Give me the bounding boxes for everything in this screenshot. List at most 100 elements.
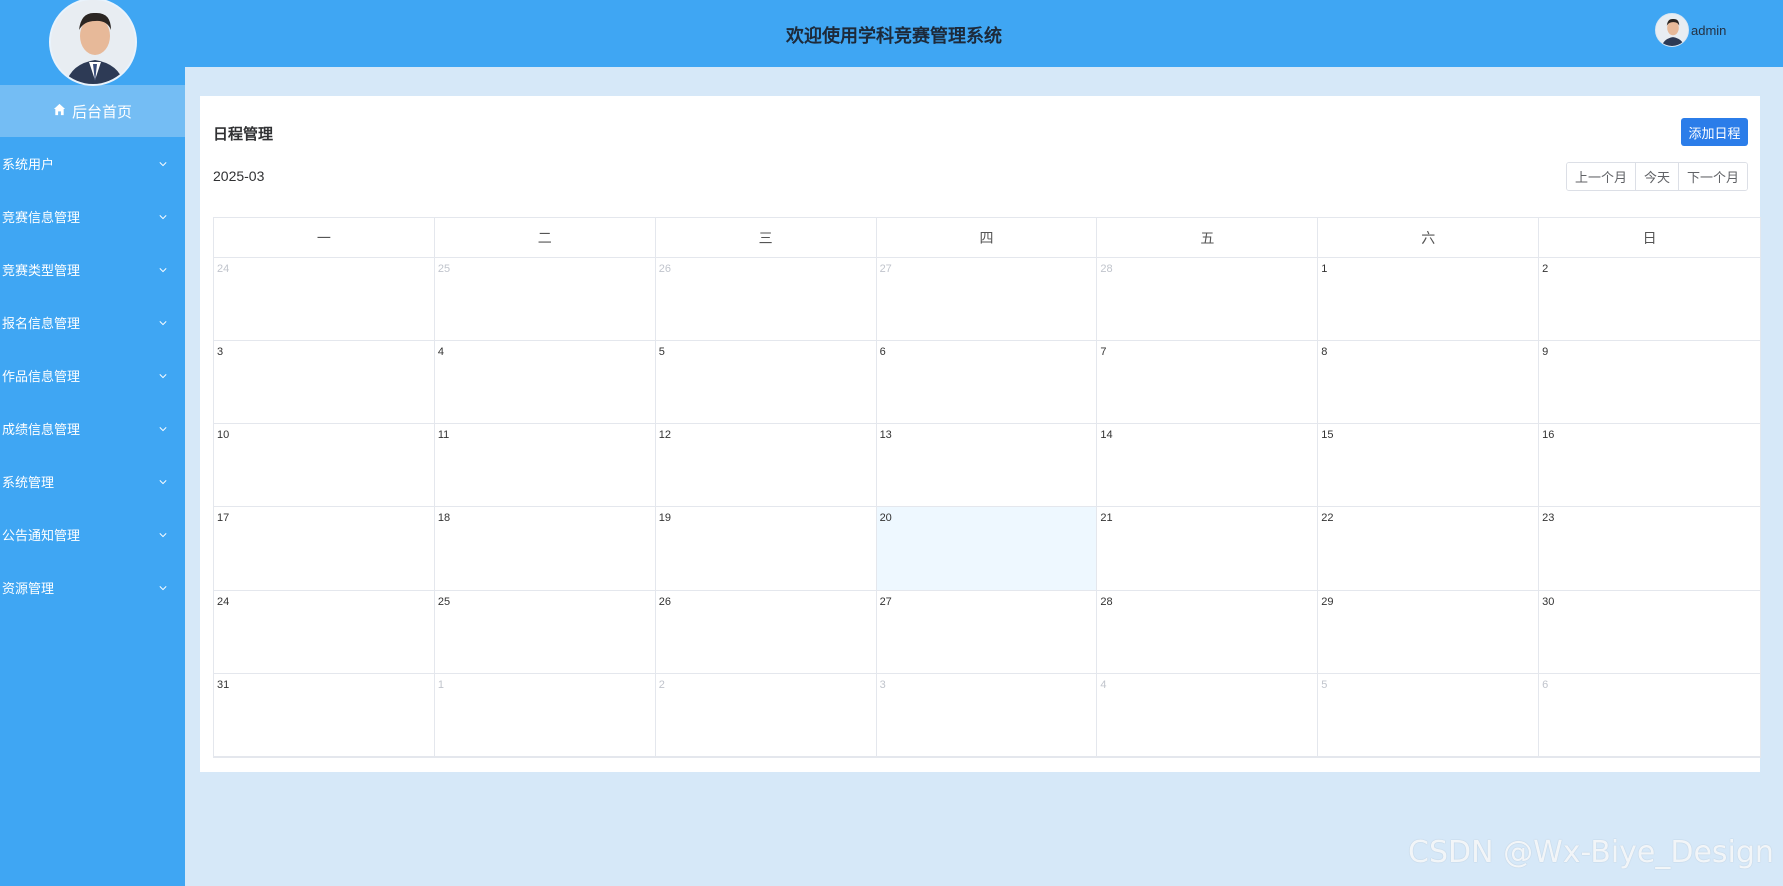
month-nav: 上一个月 今天 下一个月 — [1565, 162, 1748, 191]
calendar-day[interactable]: 9 — [1539, 341, 1760, 425]
sidebar-item[interactable]: 系统用户 — [0, 137, 185, 190]
day-number: 31 — [217, 678, 230, 691]
calendar-day[interactable]: 21 — [1097, 507, 1319, 591]
day-number: 1 — [437, 678, 444, 691]
today-button[interactable]: 今天 — [1635, 163, 1679, 190]
calendar-day[interactable]: 30 — [1539, 591, 1760, 674]
day-number: 13 — [879, 429, 892, 442]
prev-month-button[interactable]: 上一个月 — [1566, 163, 1636, 190]
calendar-day[interactable]: 4 — [434, 341, 656, 425]
calendar-day[interactable]: 29 — [1318, 590, 1540, 674]
day-number: 15 — [1321, 429, 1334, 442]
day-number: 26 — [658, 263, 671, 275]
page-title: 欢迎使用学科竞赛管理系统 — [786, 26, 1002, 46]
calendar-day[interactable]: 5 — [1318, 673, 1540, 757]
weekday-header: 三 — [656, 218, 877, 257]
calendar-day[interactable]: 5 — [655, 341, 877, 425]
calendar-day[interactable]: 27 — [876, 258, 1098, 342]
sidebar-item[interactable]: 竞赛信息管理 — [0, 190, 185, 243]
calendar-header: 一二三四五六 日 — [214, 218, 1760, 258]
calendar-day[interactable]: 2 — [655, 673, 877, 757]
day-number: 1 — [1321, 263, 1328, 275]
calendar-day[interactable]: 27 — [876, 590, 1098, 674]
calendar-day[interactable]: 22 — [1318, 507, 1540, 591]
calendar-day[interactable]: 3 — [214, 341, 435, 425]
calendar-day[interactable]: 25 — [434, 590, 656, 674]
weekday-header: 一 — [214, 218, 435, 257]
sidebar-avatar-wrap — [0, 0, 185, 86]
sidebar-item[interactable]: 资源管理 — [0, 561, 185, 614]
calendar-day[interactable]: 8 — [1318, 341, 1540, 425]
calendar-day[interactable]: 24 — [214, 590, 435, 674]
weekday-header: 五 — [1097, 218, 1319, 257]
calendar-day[interactable]: 13 — [876, 424, 1098, 508]
sidebar-item-label: 竞赛类型管理 — [2, 263, 81, 278]
sidebar-item[interactable]: 系统管理 — [0, 455, 185, 508]
sidebar: 后台首页 系统用户 竞赛信息管理 竞赛类型管理 报名信息管理 作品信息管理 成绩信息管理系… — [0, 0, 185, 886]
calendar-day[interactable]: 19 — [655, 507, 877, 591]
calendar-day[interactable]: 11 — [434, 424, 656, 508]
calendar-day[interactable]: 7 — [1097, 341, 1319, 425]
sidebar-menu: 系统用户竞赛信息管理 竞赛类型管理报名信息管理作品信息管理 成绩信息管理系统管理 公告… — [0, 137, 185, 614]
calendar-day[interactable]: 18 — [434, 507, 656, 591]
day-number: 17 — [217, 512, 230, 525]
calendar-day[interactable]: 17 — [214, 507, 435, 591]
calendar-day[interactable]: 4 — [1097, 673, 1319, 757]
day-number: 9 — [1542, 346, 1549, 359]
calendar-day[interactable]: 28 — [1097, 590, 1319, 674]
day-number: 5 — [1321, 678, 1328, 691]
sidebar-item-label: 系统用户 — [2, 157, 55, 172]
calendar-day[interactable]: 6 — [1539, 674, 1760, 757]
chevron-down-icon — [159, 580, 167, 595]
day-number: 3 — [879, 678, 886, 691]
top-header: 欢迎使用学科竞赛管理系统 admin — [185, 0, 1783, 67]
calendar-day[interactable]: 24 — [214, 258, 435, 342]
calendar-day[interactable]: 31 — [214, 673, 435, 757]
user-name[interactable]: admin — [1691, 23, 1726, 38]
next-month-button[interactable]: 下一个月 — [1678, 163, 1747, 190]
sidebar-item[interactable]: 公告通知管理 — [0, 508, 185, 561]
calendar-day[interactable]: 25 — [434, 258, 656, 342]
chevron-down-icon — [159, 262, 167, 277]
calendar-day[interactable]: 16 — [1539, 424, 1760, 508]
calendar-day[interactable]: 28 — [1097, 258, 1319, 342]
sidebar-item[interactable]: 作品信息管理 — [0, 349, 185, 402]
calendar-day[interactable]: 12 — [655, 424, 877, 508]
current-month: 2025-03 — [213, 168, 265, 184]
sidebar-item-label: 作品信息管理 — [2, 369, 81, 384]
day-number: 24 — [217, 263, 230, 275]
user-menu[interactable]: admin — [1655, 13, 1726, 47]
sidebar-item[interactable]: 报名信息管理 — [0, 296, 185, 349]
sidebar-item-label: 成绩信息管理 — [2, 422, 81, 437]
weekday-header: 日 — [1642, 229, 1657, 246]
sidebar-item[interactable]: 成绩信息管理 — [0, 402, 185, 455]
calendar-day[interactable]: 26 — [655, 590, 877, 674]
day-number: 4 — [1100, 678, 1107, 691]
calendar-day[interactable]: 23 — [1539, 507, 1760, 591]
sidebar-item-label: 竞赛信息管理 — [2, 210, 81, 225]
calendar-day[interactable]: 6 — [876, 341, 1098, 425]
calendar-day[interactable]: 1 — [434, 673, 656, 757]
avatar[interactable] — [48, 0, 137, 86]
day-number: 14 — [1100, 429, 1113, 442]
watermark: CSDN @Wx-Biye_Design — [1408, 835, 1774, 870]
calendar-day[interactable]: 1 — [1318, 258, 1540, 342]
user-avatar[interactable] — [1655, 13, 1689, 47]
calendar-day[interactable]: 10 — [214, 424, 435, 508]
day-number: 3 — [217, 346, 224, 359]
calendar: 一二三四五六日 24 25 26 27 28 1 2 3 4 5 6 7 8 9 10 11 12 13 14 15 1… — [213, 217, 1761, 758]
calendar-day[interactable]: 26 — [655, 258, 877, 342]
day-number: 6 — [879, 346, 886, 359]
calendar-day[interactable]: 14 — [1097, 424, 1319, 508]
calendar-day[interactable]: 3 — [876, 673, 1098, 757]
sidebar-item-home[interactable]: 后台首页 — [0, 85, 185, 137]
home-icon — [53, 103, 66, 120]
sidebar-item[interactable]: 竞赛类型管理 — [0, 243, 185, 296]
calendar-grid: 24 25 26 27 28 1 2 3 4 5 6 7 8 9 10 11 12 13 14 15 16 17 18 19 2… — [214, 258, 1760, 757]
day-number: 11 — [437, 429, 450, 442]
calendar-day[interactable]: 15 — [1318, 424, 1540, 508]
add-schedule-button[interactable]: 添加日程 — [1681, 118, 1748, 146]
sidebar-item-label: 资源管理 — [2, 581, 55, 596]
calendar-day-today[interactable]: 20 — [876, 507, 1098, 591]
calendar-day[interactable]: 2 — [1539, 258, 1760, 342]
